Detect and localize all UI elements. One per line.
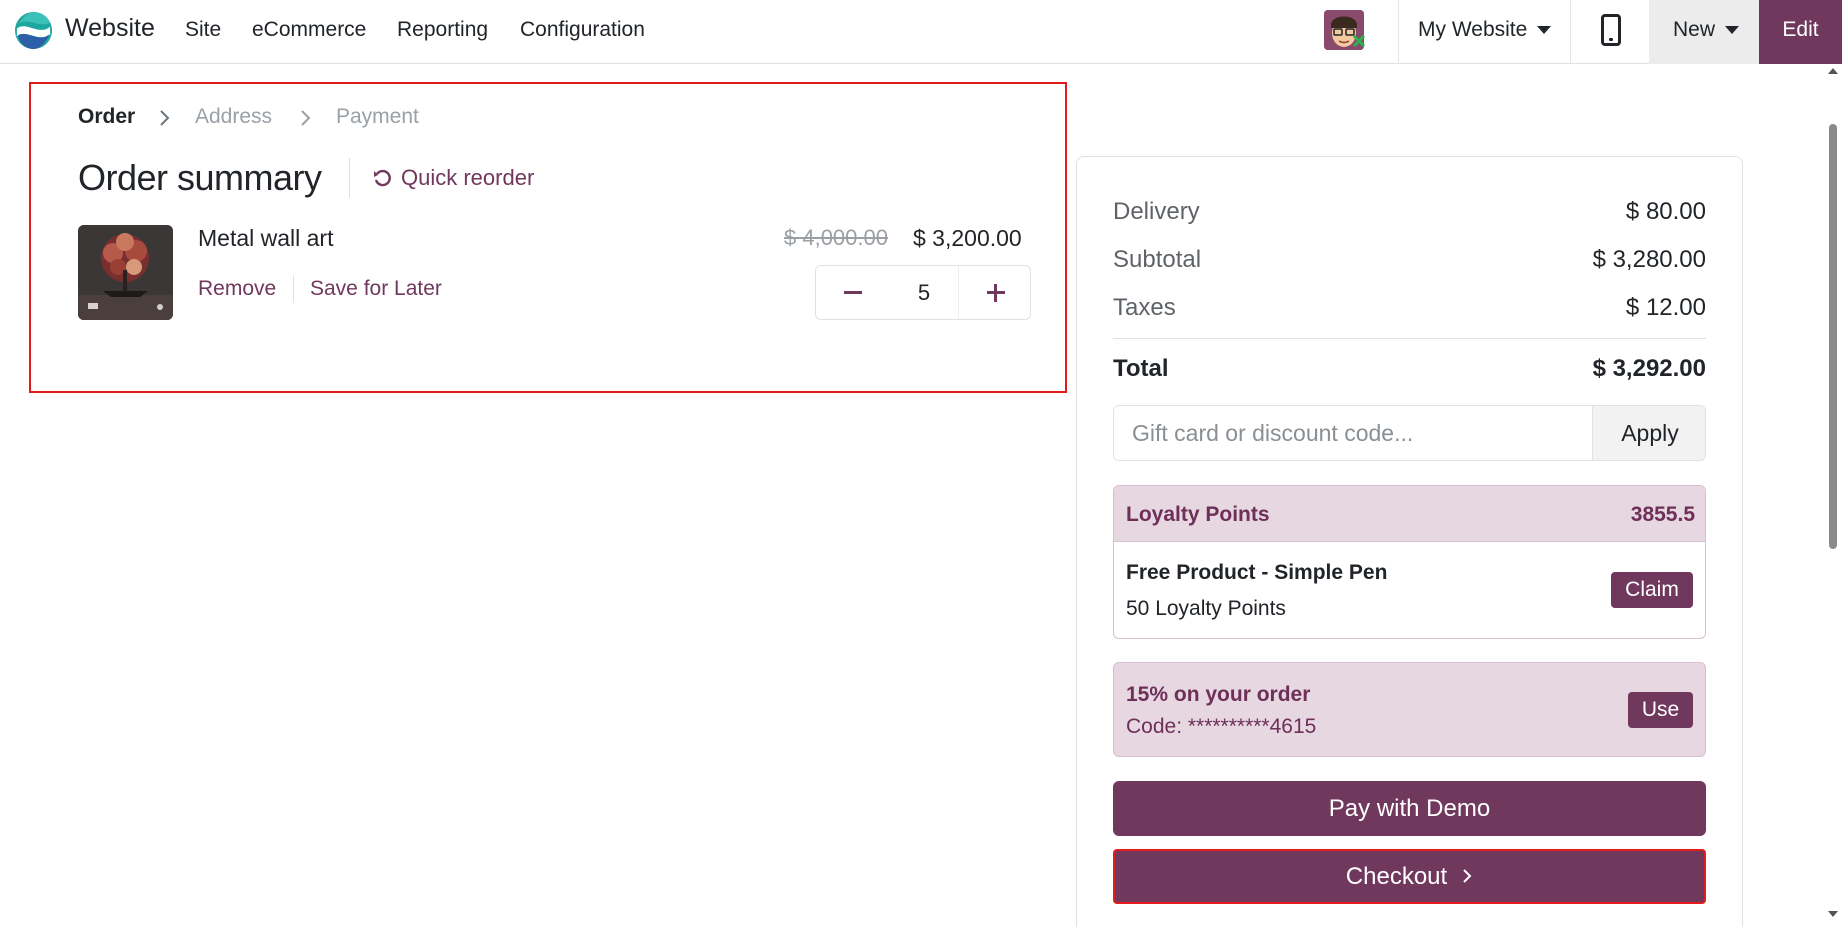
menu-reporting[interactable]: Reporting xyxy=(397,18,488,42)
chevron-right-icon xyxy=(1463,869,1472,883)
page-scrollbar[interactable] xyxy=(1824,64,1842,927)
loyalty-card: Loyalty Points 3855.5 Free Product - Sim… xyxy=(1113,485,1706,639)
quick-reorder-label: Quick reorder xyxy=(401,165,535,190)
subtotal-value: $ 3,280.00 xyxy=(1592,246,1706,273)
menu-ecommerce[interactable]: eCommerce xyxy=(252,18,366,42)
chevron-right-icon xyxy=(301,110,311,126)
caret-down-icon xyxy=(1537,26,1552,35)
caret-down-icon xyxy=(1725,26,1740,35)
product-name[interactable]: Metal wall art xyxy=(198,225,333,252)
promo-code-input[interactable] xyxy=(1114,406,1592,460)
nav-divider xyxy=(1398,0,1399,64)
breadcrumb-payment[interactable]: Payment xyxy=(336,105,419,129)
scroll-down-arrow-icon[interactable] xyxy=(1828,911,1838,917)
taxes-label: Taxes xyxy=(1113,294,1176,321)
website-logo-icon[interactable] xyxy=(14,11,53,50)
history-icon xyxy=(374,169,391,187)
title-divider xyxy=(349,158,350,198)
coupon-code: Code: **********4615 xyxy=(1126,715,1317,738)
quantity-stepper: 5 xyxy=(815,265,1031,320)
menu-configuration[interactable]: Configuration xyxy=(520,18,645,42)
online-status-icon xyxy=(1352,34,1366,48)
coupon-card: 15% on your order Code: **********4615 U… xyxy=(1113,662,1706,757)
breadcrumb-order[interactable]: Order xyxy=(78,105,135,129)
mobile-preview-icon[interactable] xyxy=(1601,14,1621,46)
page-title: Order summary xyxy=(78,157,322,198)
pay-with-demo-button[interactable]: Pay with Demo xyxy=(1113,781,1706,836)
tree-art-image xyxy=(78,225,173,320)
quantity-minus-icon[interactable] xyxy=(816,266,890,319)
taxes-value: $ 12.00 xyxy=(1625,294,1706,321)
loyalty-header: Loyalty Points 3855.5 xyxy=(1114,486,1705,542)
delivery-label: Delivery xyxy=(1113,198,1200,225)
total-divider xyxy=(1113,338,1706,339)
edit-button[interactable]: Edit xyxy=(1759,0,1842,64)
new-button[interactable]: New xyxy=(1649,0,1759,64)
app-name[interactable]: Website xyxy=(65,14,155,43)
scrollbar-thumb[interactable] xyxy=(1829,124,1837,549)
chevron-right-icon xyxy=(160,110,170,126)
nav-divider xyxy=(1570,0,1571,64)
link-divider xyxy=(293,275,294,303)
promo-code-group: Apply xyxy=(1113,405,1706,461)
original-price: $ 4,000.00 xyxy=(784,225,888,250)
breadcrumb-address[interactable]: Address xyxy=(195,105,272,129)
checkout-button[interactable]: Checkout xyxy=(1113,849,1706,904)
reward-name: Free Product - Simple Pen xyxy=(1126,561,1388,584)
quick-reorder-link[interactable]: Quick reorder xyxy=(373,165,534,191)
coupon-title: 15% on your order xyxy=(1126,683,1311,706)
website-selector[interactable]: My Website xyxy=(1418,18,1552,42)
order-section-highlight xyxy=(29,82,1067,393)
remove-link[interactable]: Remove xyxy=(198,277,276,301)
product-price: $ 3,200.00 xyxy=(913,225,1022,251)
apply-button[interactable]: Apply xyxy=(1592,406,1705,460)
subtotal-label: Subtotal xyxy=(1113,246,1202,273)
scroll-up-arrow-icon[interactable] xyxy=(1828,68,1838,74)
claim-button[interactable]: Claim xyxy=(1611,572,1693,608)
loyalty-title: Loyalty Points xyxy=(1126,503,1270,526)
loyalty-points-balance: 3855.5 xyxy=(1630,503,1695,526)
total-label: Total xyxy=(1113,355,1169,382)
save-for-later-link[interactable]: Save for Later xyxy=(310,277,442,301)
delivery-value: $ 80.00 xyxy=(1625,198,1706,225)
quantity-plus-icon[interactable] xyxy=(958,266,1032,319)
total-value: $ 3,292.00 xyxy=(1592,355,1706,382)
checkout-button-label: Checkout xyxy=(1345,863,1448,890)
menu-site[interactable]: Site xyxy=(185,18,221,42)
top-navbar: Website Site eCommerce Reporting Configu… xyxy=(0,0,1842,64)
website-selector-label: My Website xyxy=(1418,18,1528,41)
reward-cost: 50 Loyalty Points xyxy=(1126,597,1286,620)
quantity-input[interactable]: 5 xyxy=(890,266,958,319)
use-coupon-button[interactable]: Use xyxy=(1628,692,1693,728)
new-button-label: New xyxy=(1673,18,1716,41)
product-image[interactable] xyxy=(78,225,173,320)
